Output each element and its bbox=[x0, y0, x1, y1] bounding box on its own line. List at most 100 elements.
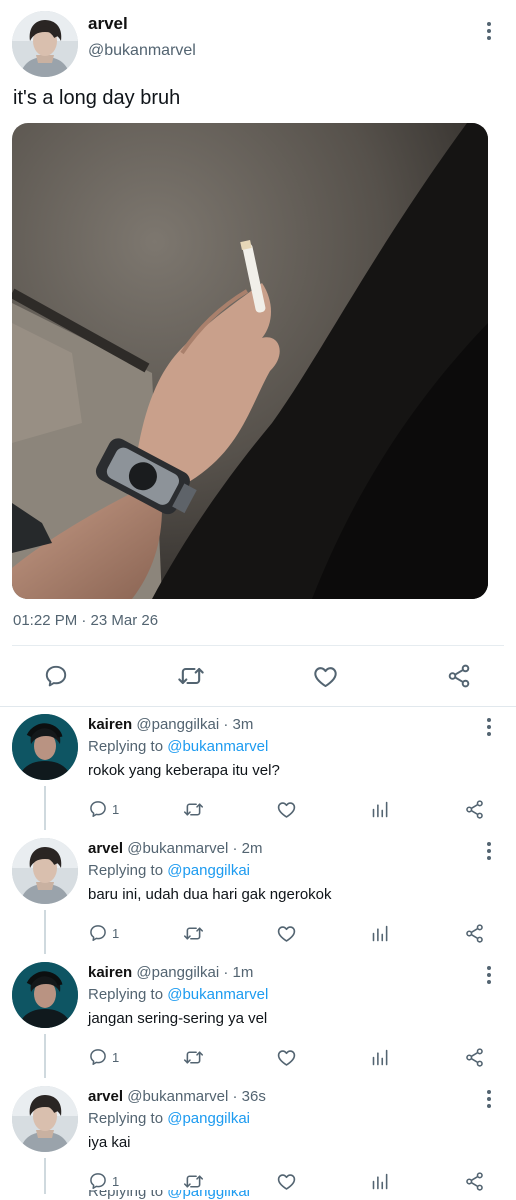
mention-link[interactable]: @bukanmarvel bbox=[167, 738, 268, 755]
more-options-button[interactable] bbox=[479, 839, 499, 863]
views-button[interactable] bbox=[370, 1170, 391, 1192]
author-name[interactable]: arvel bbox=[88, 1088, 123, 1105]
retweet-button[interactable] bbox=[183, 1046, 204, 1068]
reply-tweet-partial[interactable]: Replying to @panggilkai bbox=[0, 1190, 516, 1200]
tweet-text: it's a long day bruh bbox=[13, 87, 181, 109]
retweet-button[interactable] bbox=[176, 661, 206, 691]
reply-text: baru ini, udah dua hari gak ngerokok bbox=[88, 886, 332, 903]
reply-button[interactable]: 1 bbox=[88, 1046, 119, 1068]
replying-label: Replying to bbox=[88, 738, 164, 755]
replying-label: Replying to bbox=[88, 862, 164, 879]
more-vertical-icon bbox=[479, 19, 499, 43]
author-name[interactable]: kairen bbox=[88, 964, 132, 981]
replying-label: Replying to bbox=[88, 986, 164, 1003]
heart-icon bbox=[312, 663, 339, 690]
tweet-timestamp: 01:22 PM · 23 Mar 26 bbox=[13, 612, 159, 629]
mention-link[interactable]: @bukanmarvel bbox=[167, 986, 268, 1003]
mention-link[interactable]: @panggilkai bbox=[167, 1110, 250, 1127]
reply-tweet[interactable]: kairen @panggilkai · 3m Replying to @buk… bbox=[0, 706, 516, 830]
reply-count: 1 bbox=[112, 1049, 120, 1065]
views-button[interactable] bbox=[370, 798, 391, 820]
author-name[interactable]: arvel bbox=[88, 840, 123, 857]
more-options-button[interactable] bbox=[479, 1087, 499, 1111]
bar-chart-icon bbox=[370, 923, 391, 944]
tweet-photo[interactable] bbox=[12, 123, 488, 599]
profile-photo bbox=[12, 838, 78, 904]
avatar[interactable] bbox=[12, 1086, 78, 1152]
retweet-icon bbox=[177, 662, 205, 690]
author-handle-time: @panggilkai · 3m bbox=[136, 716, 254, 733]
reply-tweet[interactable]: arvel @bukanmarvel · 36s Replying to @pa… bbox=[0, 1078, 516, 1200]
avatar[interactable] bbox=[12, 714, 78, 780]
share-icon bbox=[446, 663, 472, 689]
profile-photo bbox=[12, 1086, 78, 1152]
heart-icon bbox=[276, 799, 297, 820]
share-button[interactable] bbox=[464, 1170, 485, 1192]
share-button[interactable] bbox=[464, 798, 485, 820]
speech-bubble-icon bbox=[88, 1047, 108, 1067]
more-vertical-icon bbox=[479, 839, 499, 863]
more-vertical-icon bbox=[479, 715, 499, 739]
replying-to: Replying to @bukanmarvel bbox=[88, 738, 268, 755]
author-name[interactable]: arvel bbox=[88, 14, 128, 34]
heart-icon bbox=[276, 1171, 297, 1192]
reply-tweet[interactable]: arvel @bukanmarvel · 2m Replying to @pan… bbox=[0, 830, 516, 954]
like-button[interactable] bbox=[276, 1046, 297, 1068]
replying-label: Replying to bbox=[88, 1190, 164, 1200]
share-icon bbox=[464, 1171, 485, 1192]
author-handle-time: @bukanmarvel · 36s bbox=[127, 1088, 266, 1105]
profile-photo bbox=[12, 714, 78, 780]
replying-to: Replying to @panggilkai bbox=[88, 1190, 250, 1200]
hand-with-cigarette-photo bbox=[12, 123, 488, 599]
share-icon bbox=[464, 923, 485, 944]
author-handle-time: @bukanmarvel · 2m bbox=[127, 840, 263, 857]
mention-link[interactable]: @panggilkai bbox=[167, 862, 250, 879]
more-options-button[interactable] bbox=[479, 19, 499, 43]
reply-count: 1 bbox=[112, 801, 120, 817]
more-options-button[interactable] bbox=[479, 963, 499, 987]
like-button[interactable] bbox=[276, 922, 297, 944]
heart-icon bbox=[276, 1047, 297, 1068]
speech-bubble-icon bbox=[88, 923, 108, 943]
share-button[interactable] bbox=[444, 661, 474, 691]
reply-count: 1 bbox=[112, 925, 120, 941]
share-button[interactable] bbox=[464, 922, 485, 944]
reply-button[interactable] bbox=[41, 661, 71, 691]
reply-button[interactable]: 1 bbox=[88, 1170, 119, 1192]
more-vertical-icon bbox=[479, 1087, 499, 1111]
views-button[interactable] bbox=[370, 1046, 391, 1068]
reply-header: kairen @panggilkai · 1m bbox=[88, 964, 253, 981]
share-button[interactable] bbox=[464, 1046, 485, 1068]
more-options-button[interactable] bbox=[479, 715, 499, 739]
mention-link[interactable]: @panggilkai bbox=[167, 1190, 250, 1200]
avatar[interactable] bbox=[12, 838, 78, 904]
speech-bubble-icon bbox=[88, 1171, 108, 1191]
replying-to: Replying to @panggilkai bbox=[88, 862, 250, 879]
retweet-button[interactable] bbox=[183, 1170, 204, 1192]
share-icon bbox=[464, 1047, 485, 1068]
reply-tweet[interactable]: kairen @panggilkai · 1m Replying to @buk… bbox=[0, 954, 516, 1078]
reply-text: iya kai bbox=[88, 1134, 131, 1151]
avatar[interactable] bbox=[12, 962, 78, 1028]
reply-count: 1 bbox=[112, 1173, 120, 1189]
retweet-button[interactable] bbox=[183, 798, 204, 820]
reply-button[interactable]: 1 bbox=[88, 922, 119, 944]
like-button[interactable] bbox=[276, 1170, 297, 1192]
avatar[interactable] bbox=[12, 11, 78, 77]
retweet-button[interactable] bbox=[183, 922, 204, 944]
reply-text: rokok yang keberapa itu vel? bbox=[88, 762, 280, 779]
speech-bubble-icon bbox=[43, 663, 69, 689]
author-name[interactable]: kairen bbox=[88, 716, 132, 733]
author-handle[interactable]: @bukanmarvel bbox=[88, 42, 196, 60]
replying-label: Replying to bbox=[88, 1110, 164, 1127]
profile-photo bbox=[12, 11, 78, 77]
author-handle-time: @panggilkai · 1m bbox=[136, 964, 254, 981]
divider bbox=[12, 645, 504, 646]
heart-icon bbox=[276, 923, 297, 944]
like-button[interactable] bbox=[276, 798, 297, 820]
profile-photo bbox=[12, 962, 78, 1028]
views-button[interactable] bbox=[370, 922, 391, 944]
bar-chart-icon bbox=[370, 1047, 391, 1068]
reply-button[interactable]: 1 bbox=[88, 798, 119, 820]
like-button[interactable] bbox=[310, 661, 340, 691]
